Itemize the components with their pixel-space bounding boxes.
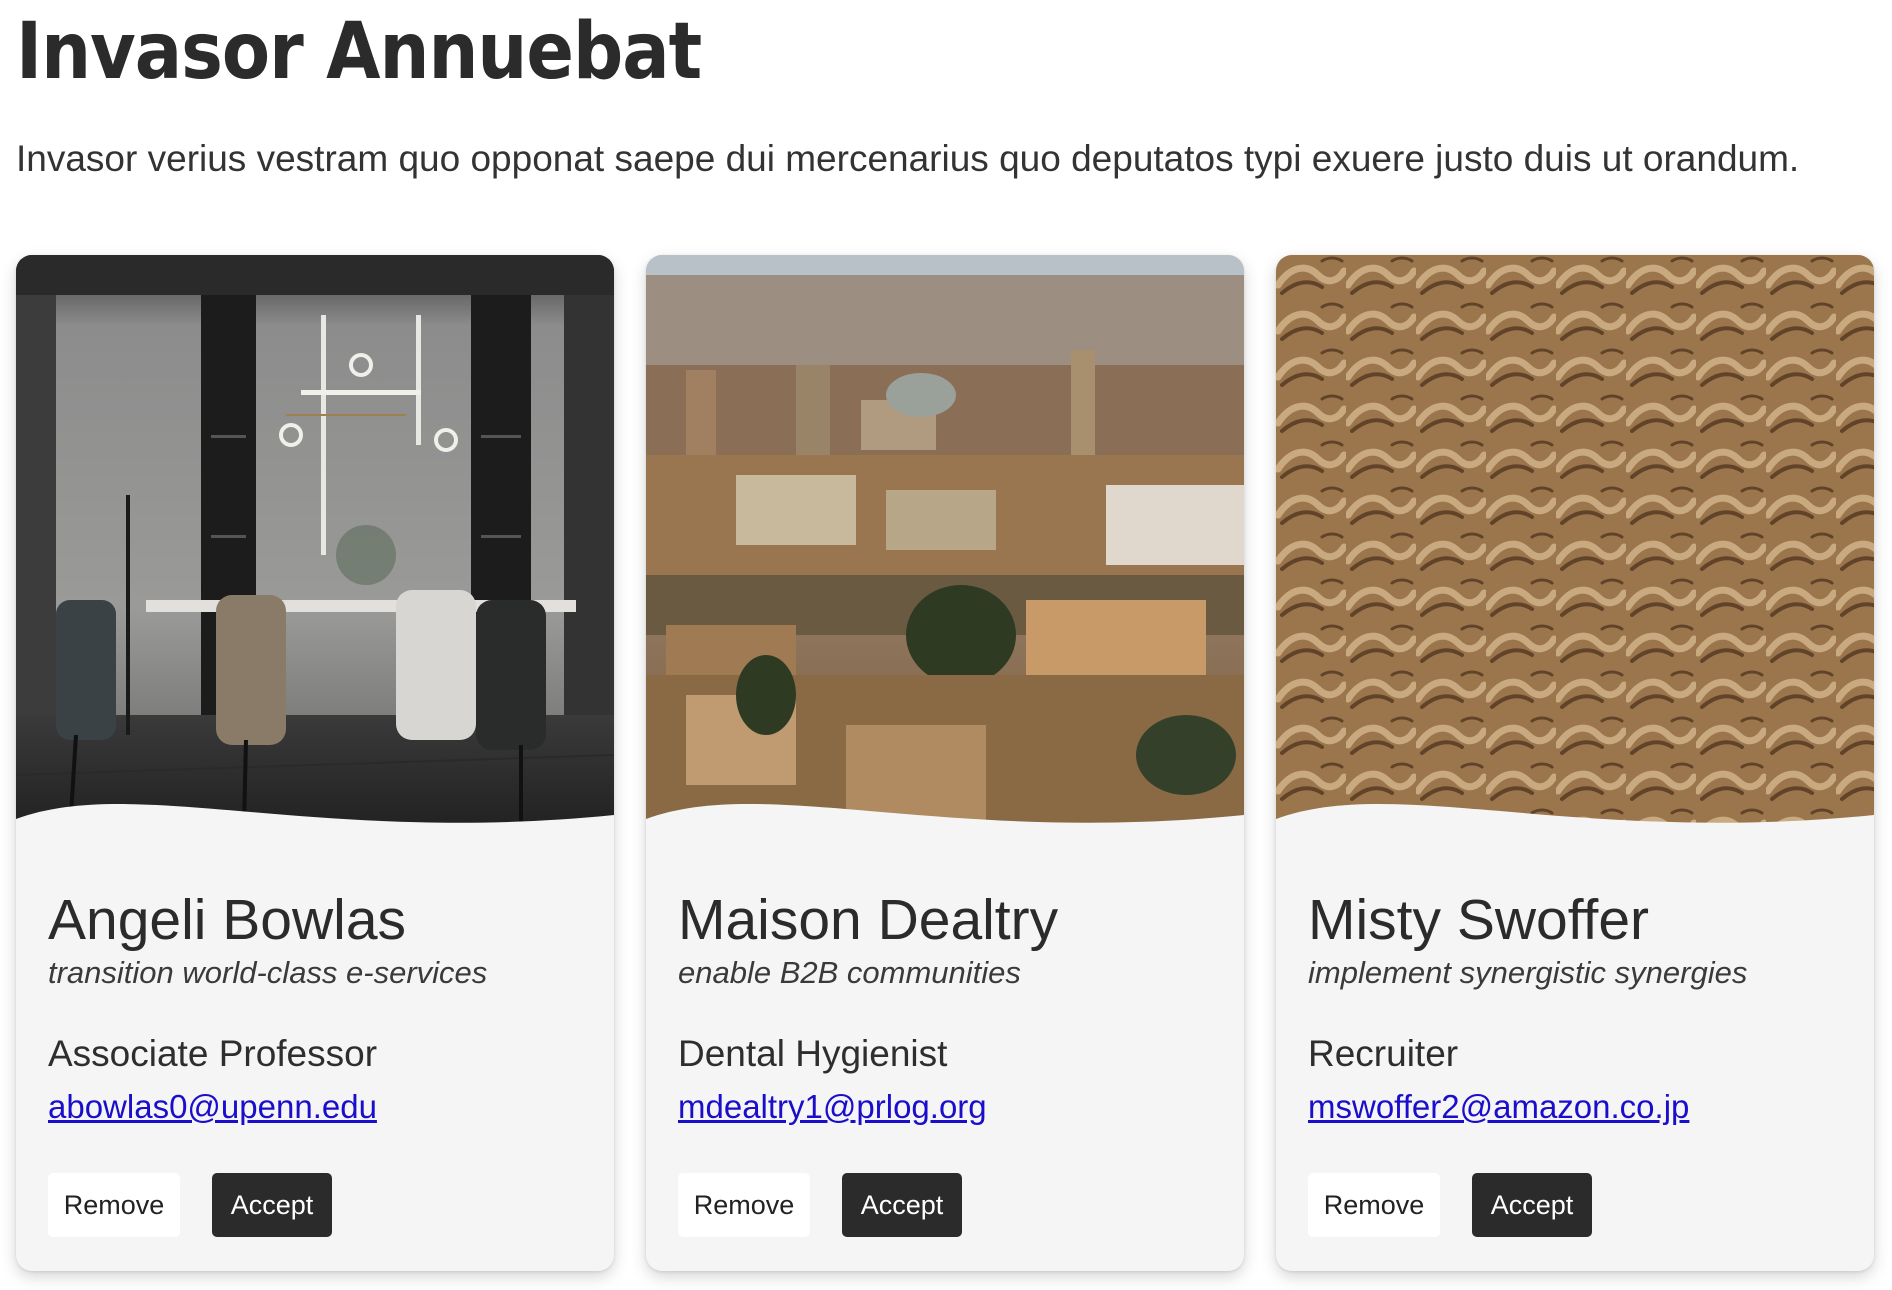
accept-button[interactable]: Accept [212,1173,332,1237]
card-job-title: Associate Professor [48,1033,378,1074]
card-job-title: Dental Hygienist [678,1033,948,1074]
card-email-link[interactable]: mdealtry1@prlog.org [678,1085,987,1129]
card-photo-dining-room [16,255,614,845]
page-description: Invasor verius vestram quo opponat saepe… [16,138,1800,179]
profile-card: Misty Swoffer implement synergistic syne… [1276,255,1874,1271]
remove-button[interactable]: Remove [1308,1173,1440,1237]
accept-button[interactable]: Accept [842,1173,962,1237]
card-photo-hilltop-city [646,255,1244,845]
card-tagline: implement synergistic synergies [1308,955,1748,990]
profile-card: Maison Dealtry enable B2B communities De… [646,255,1244,1271]
card-job-title: Recruiter [1308,1033,1459,1074]
remove-button[interactable]: Remove [678,1173,810,1237]
card-email-link[interactable]: abowlas0@upenn.edu [48,1085,377,1129]
card-name: Maison Dealtry [678,888,1059,952]
card-email-link[interactable]: mswoffer2@amazon.co.jp [1308,1085,1689,1129]
accept-button[interactable]: Accept [1472,1173,1592,1237]
card-name: Misty Swoffer [1308,888,1650,952]
profile-card: Angeli Bowlas transition world-class e-s… [16,255,614,1271]
card-name: Angeli Bowlas [48,888,407,952]
card-tagline: enable B2B communities [678,955,1021,990]
page-title: Invasor Annuebat [16,7,702,97]
card-photo-sand-texture [1276,255,1874,845]
remove-button[interactable]: Remove [48,1173,180,1237]
card-tagline: transition world-class e-services [48,955,488,990]
